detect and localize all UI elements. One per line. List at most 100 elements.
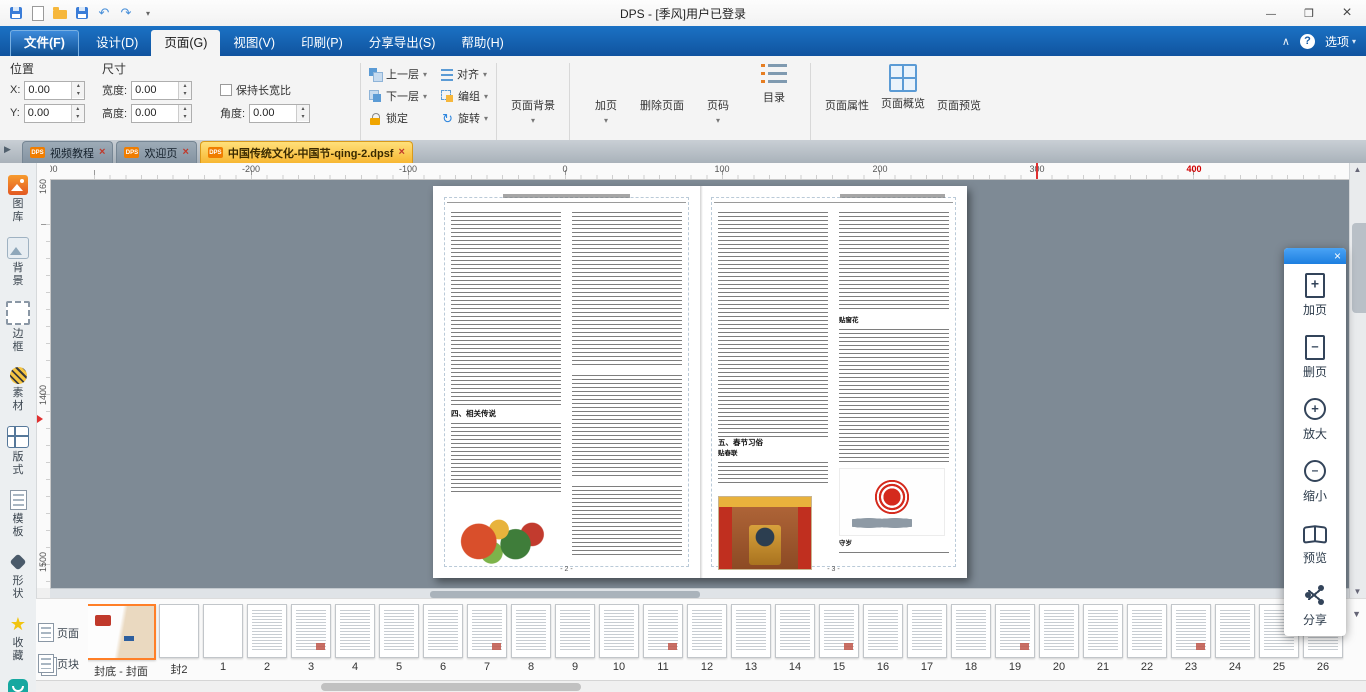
ribbon-big-button[interactable]: 页码▾ [690, 60, 746, 125]
strip-mode-button[interactable]: 页块 [38, 654, 79, 673]
panel-tool-button[interactable]: 加页 [1284, 264, 1346, 326]
x-input[interactable]: 0.00 ▴▾ [24, 81, 85, 100]
quick-access-icon[interactable] [74, 5, 90, 21]
page-thumbnail[interactable]: 15 [820, 604, 858, 673]
page-thumbnail[interactable]: 11 [644, 604, 682, 673]
page-thumbnail[interactable]: 9 [556, 604, 594, 673]
ribbon-big-button[interactable]: 加页▾ [578, 60, 634, 125]
arrange-button[interactable]: 下一层▾ [369, 88, 427, 104]
page-spread[interactable]: 四、相关传说 - 2 - [433, 186, 967, 578]
page-thumbnail[interactable]: 19 [996, 604, 1034, 673]
document-canvas[interactable]: 四、相关传说 - 2 - [50, 179, 1350, 588]
close-tab-icon[interactable]: × [99, 147, 105, 158]
panel-tool-button[interactable]: 删页 [1284, 326, 1346, 388]
page-thumbnail[interactable]: 6 [424, 604, 462, 673]
paper-cut-image[interactable] [839, 468, 945, 536]
door-gods-image[interactable] [718, 496, 812, 570]
page-thumbnail[interactable]: 10 [600, 604, 638, 673]
page-thumbnail[interactable]: 21 [1084, 604, 1122, 673]
collapse-ribbon-icon[interactable]: ∧ [1282, 35, 1290, 48]
customer-service-button[interactable]: 客服 [1, 675, 35, 692]
page-thumbnail[interactable]: 8 [512, 604, 550, 673]
window-control-button[interactable] [1290, 1, 1328, 26]
quick-access-icon[interactable]: ↷ [118, 5, 134, 21]
scroll-up-icon[interactable]: ▲ [1350, 163, 1365, 177]
window-horizontal-scrollbar[interactable] [36, 680, 1366, 692]
left-page[interactable]: 四、相关传说 - 2 - [433, 186, 700, 578]
arrange-button[interactable]: 上一层▾ [369, 66, 427, 82]
arrange-button[interactable]: ↻ 旋转▾ [441, 110, 488, 126]
page-thumbnail[interactable]: 5 [380, 604, 418, 673]
document-tab[interactable]: DPS 欢迎页 × [116, 141, 196, 163]
ribbon-tab[interactable]: 分享导出(S) [356, 30, 449, 56]
document-tab[interactable]: DPS 中国传统文化-中国节-qing-2.dpsf × [200, 141, 413, 163]
page-thumbnail[interactable]: 7 [468, 604, 506, 673]
arrange-button[interactable]: 编组▾ [441, 88, 488, 104]
ribbon-big-button[interactable]: 页面概览 [875, 60, 931, 114]
page-thumbnail[interactable]: 22 [1128, 604, 1166, 673]
sidebar-tool[interactable]: ★ 收藏 [1, 610, 35, 669]
canvas-vertical-scrollbar[interactable]: ▲ ▼ [1349, 163, 1366, 599]
spin-down-icon[interactable]: ▾ [72, 113, 84, 121]
ribbon-big-button[interactable]: 页面背景▾ [505, 60, 561, 125]
thumbnail-scroll-icon[interactable]: ▼ [1352, 609, 1361, 619]
y-input[interactable]: 0.00 ▴▾ [24, 104, 85, 123]
spin-up-icon[interactable]: ▴ [297, 105, 309, 113]
angle-input[interactable]: 0.00 ▴▾ [249, 104, 310, 123]
spin-up-icon[interactable]: ▴ [179, 82, 191, 90]
window-control-button[interactable] [1252, 1, 1290, 26]
page-thumbnail[interactable]: 封2 [160, 604, 198, 677]
page-thumbnail[interactable]: 18 [952, 604, 990, 673]
ribbon-tab[interactable]: 印刷(P) [288, 30, 356, 56]
sidebar-tool[interactable]: 素材 [1, 363, 35, 419]
quick-access-icon[interactable]: ↶ [96, 5, 112, 21]
sidebar-tool[interactable]: 版式 [1, 422, 35, 483]
spin-down-icon[interactable]: ▾ [179, 113, 191, 121]
quick-access-icon[interactable] [52, 5, 68, 21]
page-thumbnail[interactable]: 20 [1040, 604, 1078, 673]
panel-tool-button[interactable]: 放大 [1284, 388, 1346, 450]
close-icon[interactable]: × [1334, 250, 1341, 262]
page-thumbnail[interactable]: 24 [1216, 604, 1254, 673]
expand-panel-icon[interactable]: ▶ [4, 144, 11, 155]
panel-tool-button[interactable]: 缩小 [1284, 450, 1346, 512]
vertical-ruler[interactable]: 140015001600 [36, 179, 51, 588]
width-input[interactable]: 0.00 ▴▾ [131, 81, 192, 100]
quick-access-icon[interactable]: ▾ [140, 5, 156, 21]
ribbon-big-button[interactable]: 页面属性 [819, 60, 875, 116]
horizontal-ruler[interactable]: -200-1000100200300400500 [50, 163, 1350, 180]
sidebar-tool[interactable]: 背景 [1, 233, 35, 294]
arrange-button[interactable]: 锁定 [369, 110, 427, 126]
close-tab-icon[interactable]: × [182, 147, 188, 158]
arrange-button[interactable]: 对齐▾ [441, 66, 488, 82]
help-icon[interactable]: ? [1300, 34, 1315, 49]
keep-ratio-checkbox[interactable] [220, 84, 232, 96]
page-thumbnail[interactable]: 2 [248, 604, 286, 673]
page-thumbnail[interactable]: 3 [292, 604, 330, 673]
spin-down-icon[interactable]: ▾ [72, 90, 84, 98]
sidebar-tool[interactable]: 边框 [1, 297, 35, 360]
page-thumbnail[interactable]: 13 [732, 604, 770, 673]
spin-down-icon[interactable]: ▾ [297, 113, 309, 121]
sidebar-tool[interactable]: 形状 [1, 548, 35, 607]
spin-up-icon[interactable]: ▴ [72, 105, 84, 113]
ribbon-big-button[interactable]: 目录 [746, 60, 802, 108]
ribbon-big-button[interactable]: 删除页面 [634, 60, 690, 116]
options-button[interactable]: 选项▾ [1325, 33, 1356, 50]
right-page[interactable]: 五、春节习俗 贴春联 贴窗花 守岁 - 3 - [700, 186, 967, 578]
spin-down-icon[interactable]: ▾ [179, 90, 191, 98]
sidebar-tool[interactable]: 模板 [1, 486, 35, 545]
sidebar-tool[interactable]: 图库 [1, 171, 35, 230]
document-tab[interactable]: DPS 视频教程 × [22, 141, 113, 163]
ribbon-tab[interactable]: 视图(V) [220, 30, 288, 56]
strip-mode-button[interactable]: 页面 [38, 623, 79, 642]
page-thumbnail[interactable]: 12 [688, 604, 726, 673]
page-thumbnail[interactable]: 17 [908, 604, 946, 673]
ribbon-tab[interactable]: 设计(D) [83, 30, 151, 56]
nian-beast-illustration[interactable] [453, 498, 545, 568]
page-thumbnail[interactable]: 16 [864, 604, 902, 673]
ribbon-tab[interactable]: 帮助(H) [448, 30, 516, 56]
scroll-down-icon[interactable]: ▼ [1350, 585, 1365, 599]
ribbon-big-button[interactable]: 页面预览 [931, 60, 987, 116]
ribbon-tab[interactable]: 文件(F) [10, 30, 79, 56]
